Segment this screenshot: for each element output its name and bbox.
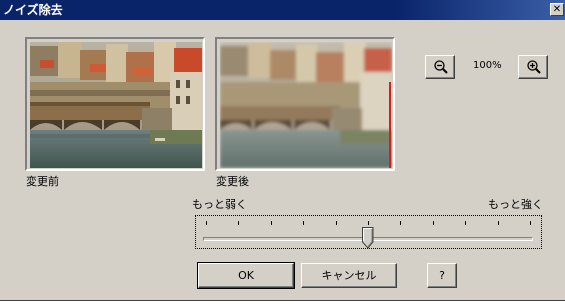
- preview-after-image: [220, 42, 392, 168]
- after-label: 変更後: [216, 175, 249, 188]
- zoom-out-button[interactable]: [425, 55, 455, 79]
- preview-after-frame: [215, 37, 395, 171]
- window-title: ノイズ除去: [3, 3, 63, 17]
- zoom-in-button[interactable]: [518, 55, 548, 79]
- cancel-button[interactable]: キャンセル: [301, 263, 397, 288]
- preview-before-image: [30, 42, 202, 168]
- noise-removal-dialog: ノイズ除去 ✕ 変更前 変更後 100% もっと弱く もっと強く OK キャンセ…: [0, 0, 565, 301]
- slider-tick: [400, 221, 402, 225]
- slider-max-label: もっと強く: [488, 198, 543, 211]
- zoom-in-icon: [527, 60, 541, 74]
- help-button[interactable]: ?: [427, 263, 457, 288]
- zoom-out-icon: [434, 60, 448, 74]
- before-label: 変更前: [26, 175, 59, 188]
- slider-tick: [238, 221, 240, 225]
- slider-tick: [497, 221, 499, 225]
- slider-thumb[interactable]: [362, 227, 374, 249]
- slider-tick: [432, 221, 434, 225]
- dialog-bottom-edge: [0, 300, 565, 301]
- zoom-level: 100%: [473, 60, 502, 71]
- slider-tick: [303, 221, 305, 225]
- slider-tick: [335, 221, 337, 225]
- slider-tick: [206, 221, 207, 225]
- slider-tick: [530, 221, 531, 225]
- preview-before-frame: [25, 37, 205, 171]
- slider-tick: [465, 221, 467, 225]
- title-bar[interactable]: ノイズ除去 ✕: [0, 0, 565, 20]
- slider-tick: [270, 221, 272, 225]
- ok-button[interactable]: OK: [197, 262, 295, 289]
- slider-tick: [368, 221, 369, 225]
- close-icon: ✕: [552, 4, 562, 15]
- strength-slider[interactable]: [195, 215, 542, 249]
- slider-min-label: もっと弱く: [192, 198, 247, 211]
- close-button[interactable]: ✕: [550, 3, 564, 16]
